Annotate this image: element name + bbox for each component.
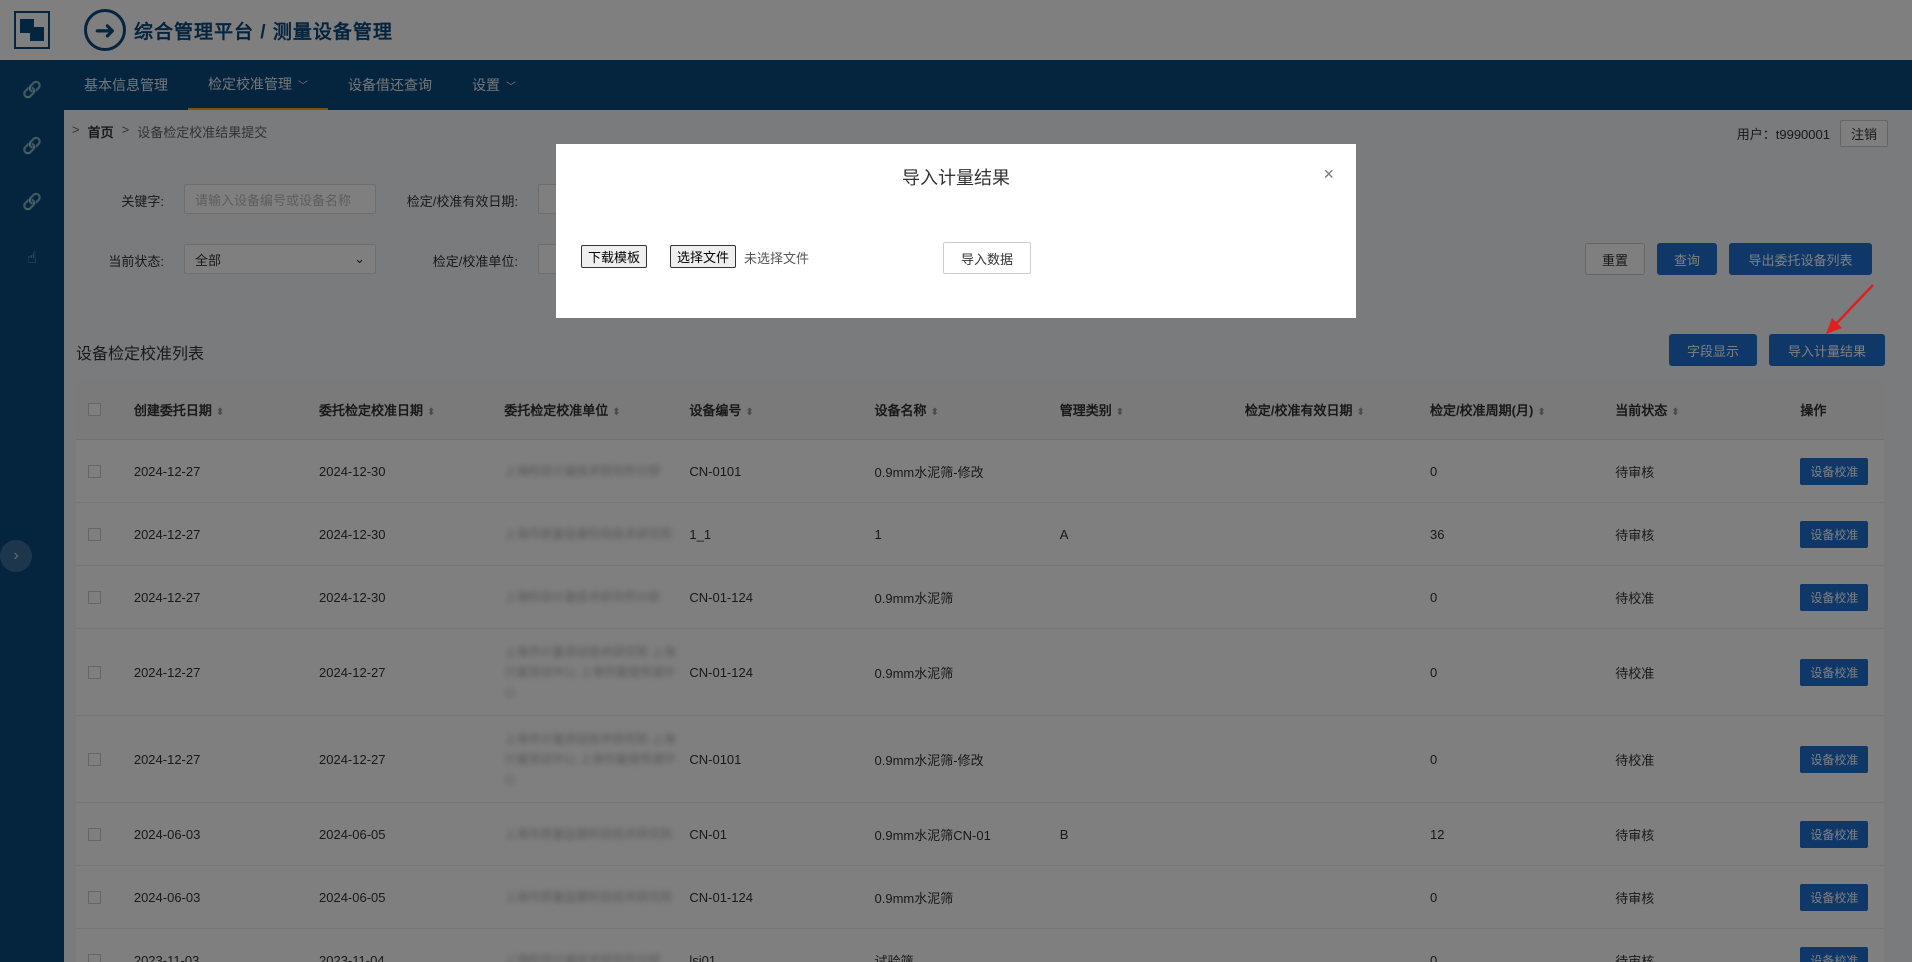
dialog-title: 导入计量结果	[902, 168, 1010, 188]
annotation-arrow-icon	[1826, 284, 1874, 334]
close-icon[interactable]: ×	[1323, 164, 1334, 185]
choose-file-button[interactable]: 选择文件	[670, 245, 737, 268]
download-template-button[interactable]: 下载模板	[581, 245, 648, 268]
import-dialog: 导入计量结果 × 下载模板 选择文件 未选择文件 导入数据	[556, 144, 1356, 318]
import-data-button[interactable]: 导入数据	[943, 242, 1031, 274]
file-status: 未选择文件	[744, 251, 810, 266]
